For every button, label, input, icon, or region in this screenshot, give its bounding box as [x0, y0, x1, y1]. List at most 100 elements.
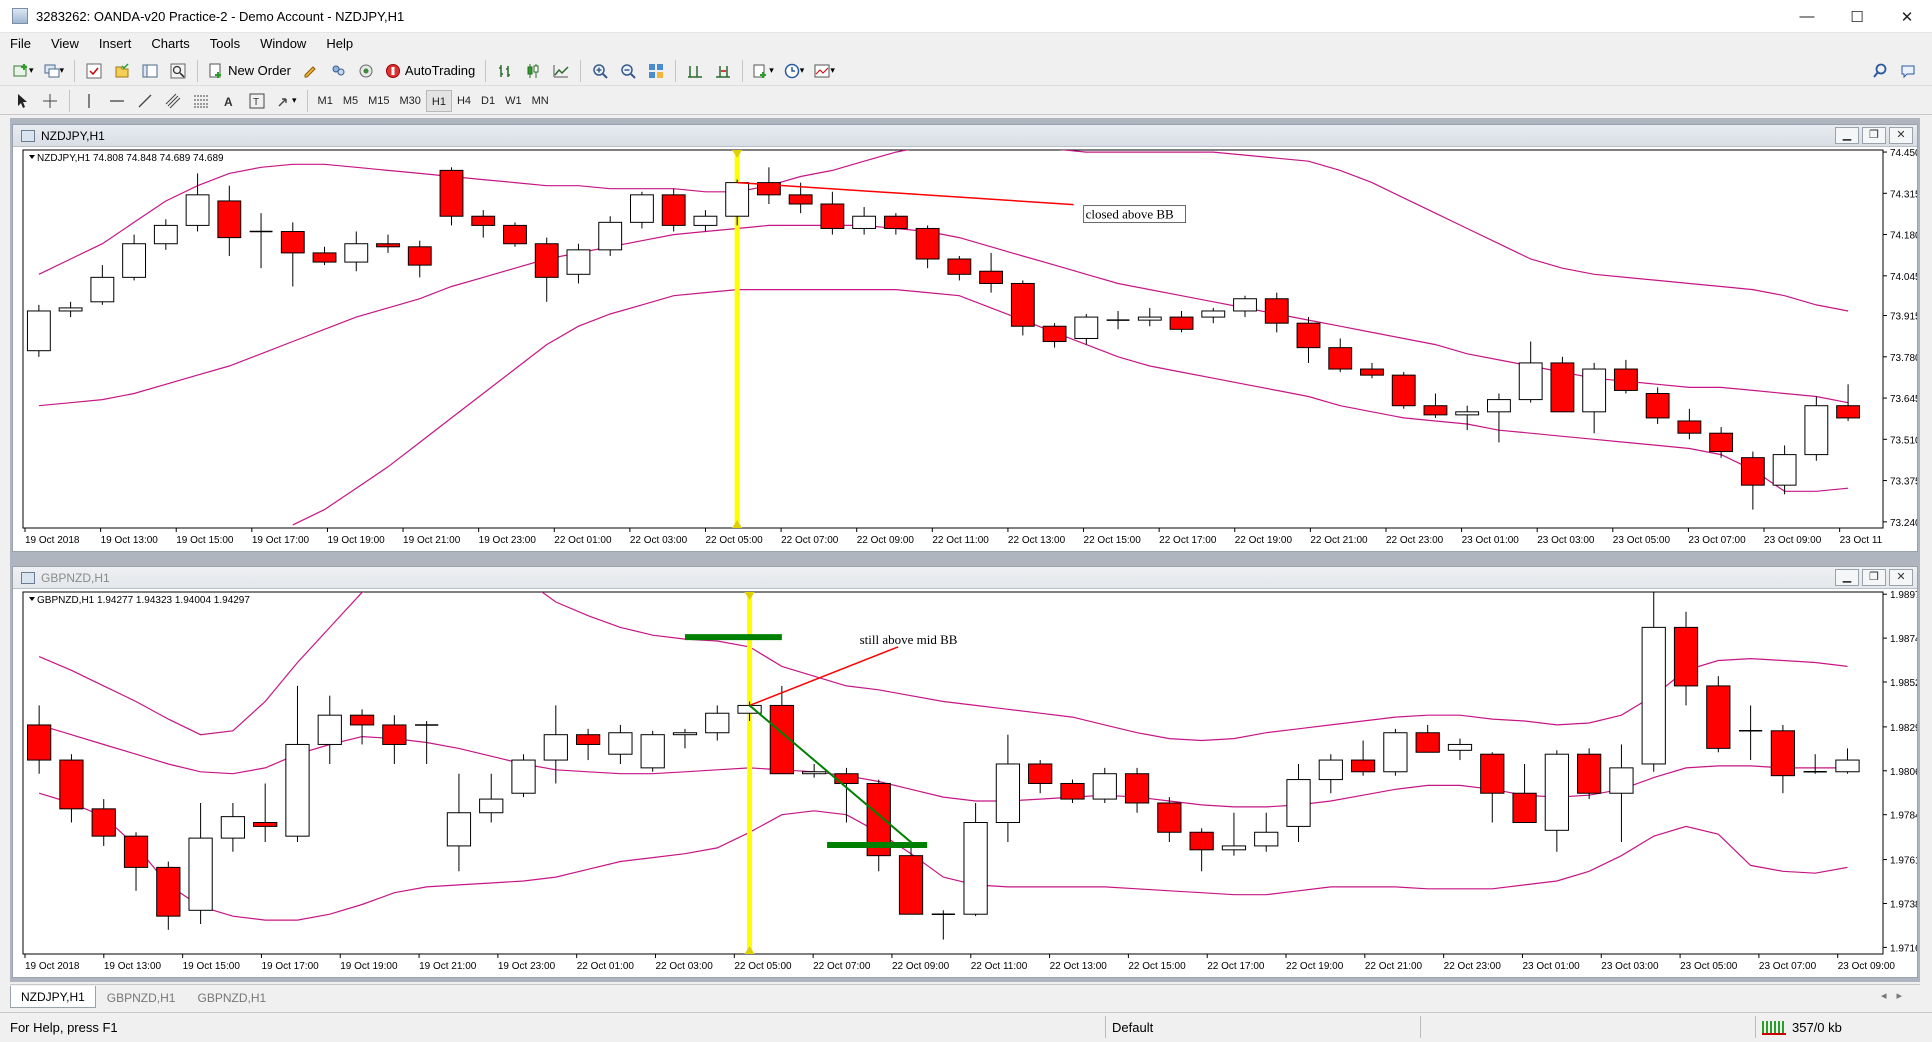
tile-windows-button[interactable]: [644, 59, 668, 83]
candle: [1286, 779, 1311, 827]
candle: [220, 816, 246, 839]
metaeditor-icon: [304, 65, 316, 77]
terminal-button[interactable]: [138, 59, 162, 83]
strategy-tester-button[interactable]: [166, 59, 190, 83]
maximize-button[interactable]: ☐: [1832, 0, 1882, 33]
crosshair-button[interactable]: [38, 89, 62, 113]
timeframe-m30[interactable]: M30: [395, 90, 426, 112]
cursor-button[interactable]: [10, 89, 34, 113]
line-chart-button[interactable]: [549, 59, 573, 83]
chat-button[interactable]: [1896, 59, 1920, 83]
horizontal-line-button[interactable]: [105, 89, 129, 113]
clock-icon: [784, 63, 800, 78]
metaeditor-button[interactable]: [298, 59, 322, 83]
navigator-button[interactable]: [110, 59, 134, 83]
chart-minimize-button[interactable]: ▁: [1835, 127, 1859, 144]
chart-restore-button[interactable]: ❐: [1862, 569, 1886, 586]
vertical-line-button[interactable]: [77, 89, 101, 113]
candle: [188, 837, 213, 911]
chart-shift-button[interactable]: [683, 59, 707, 83]
menu-charts[interactable]: Charts: [141, 33, 199, 55]
chart-restore-button[interactable]: ❐: [1862, 127, 1886, 144]
status-profile: Default: [1112, 1020, 1154, 1035]
x-tick-label: 23 Oct 11: [1840, 535, 1883, 546]
x-tick-label: 22 Oct 17:00: [1207, 961, 1265, 972]
equidistant-channel-button[interactable]: [161, 89, 185, 113]
profiles-button[interactable]: ▾: [41, 59, 68, 83]
y-tick-label: 1.97385: [1890, 899, 1917, 910]
candle: [382, 724, 407, 745]
menu-file[interactable]: File: [0, 33, 41, 55]
price-chart[interactable]: 74.450 74.315 74.180 74.045 73.915 73.780 73.6…: [13, 147, 1917, 551]
timeframe-h4[interactable]: H4: [452, 90, 476, 112]
x-tick-label: 19 Oct 21:00: [403, 535, 461, 546]
market-watch-button[interactable]: [82, 59, 106, 83]
chart-close-button[interactable]: ✕: [1889, 569, 1913, 586]
chart-window-gbpnzd[interactable]: GBPNZD,H1 ▁ ❐ ✕ 1.989701.987451.985201.9…: [12, 566, 1918, 978]
plot-frame: [22, 149, 1884, 529]
close-button[interactable]: ✕: [1882, 0, 1932, 33]
timeframe-m15[interactable]: M15: [363, 90, 394, 112]
chart-canvas[interactable]: 74.450 74.315 74.180 74.045 73.915 73.780 73.6…: [13, 147, 1917, 551]
timeframe-m5[interactable]: M5: [338, 90, 363, 112]
autotrading-button[interactable]: AutoTrading: [382, 59, 478, 83]
new-chart-button[interactable]: ▾: [10, 59, 37, 83]
timeframe-m1[interactable]: M1: [313, 90, 338, 112]
trendline-button[interactable]: [133, 89, 157, 113]
chart-window-nzdjpy[interactable]: NZDJPY,H1 ▁ ❐ ✕ 74.450 74.315 74.180 74.045…: [12, 124, 1918, 552]
templates-button[interactable]: ▾: [811, 59, 838, 83]
candle: [280, 231, 305, 254]
chart-canvas[interactable]: 1.98970 1.98745 1.98520 1.98290 1.98065 1.978…: [13, 589, 1917, 977]
chart-close-button[interactable]: ✕: [1889, 127, 1913, 144]
candle: [1645, 392, 1670, 419]
tab-nzdjpy-h1[interactable]: NZDJPY,H1: [10, 986, 96, 1008]
candle: [1673, 626, 1699, 687]
menu-tools[interactable]: Tools: [200, 33, 250, 55]
minimize-button[interactable]: —: [1782, 0, 1832, 33]
zoom-in-button[interactable]: [588, 59, 612, 83]
ohlc-info: GBPNZD,H1 1.94277 1.94323 1.94004 1.9429…: [37, 595, 250, 606]
text-button[interactable]: A: [217, 89, 241, 113]
bar-chart-button[interactable]: [493, 59, 517, 83]
candlestick-button[interactable]: [521, 59, 545, 83]
tab-gbpnzd-h1[interactable]: GBPNZD,H1: [96, 986, 187, 1008]
arrows-button[interactable]: ▾: [273, 89, 300, 113]
y-tick-label: 74.045: [1890, 272, 1917, 283]
ohlc-info: NZDJPY,H1 74.808 74.848 74.689 74.689: [37, 153, 224, 164]
new-order-button[interactable]: New Order: [205, 59, 294, 83]
candle: [1706, 685, 1731, 749]
auto-scroll-button[interactable]: [711, 59, 735, 83]
chart-minimize-button[interactable]: ▁: [1835, 569, 1859, 586]
timeframe-w1[interactable]: W1: [500, 90, 527, 112]
community-button[interactable]: [326, 59, 350, 83]
menu-window[interactable]: Window: [250, 33, 316, 55]
x-tick-label: 22 Oct 11:00: [971, 961, 1028, 972]
candle: [349, 714, 375, 726]
menu-help[interactable]: Help: [316, 33, 363, 55]
indicators-button[interactable]: ▾: [750, 59, 777, 83]
price-chart[interactable]: 1.98970 1.98745 1.98520 1.98290 1.98065 1.978…: [13, 589, 1917, 977]
menu-insert[interactable]: Insert: [89, 33, 142, 55]
timeframe-d1[interactable]: D1: [476, 90, 500, 112]
candle: [1010, 282, 1035, 327]
timeframe-mn[interactable]: MN: [527, 90, 554, 112]
menu-view[interactable]: View: [41, 33, 89, 55]
candle: [26, 310, 51, 352]
tab-scroll-arrows[interactable]: ◂▸: [1881, 989, 1912, 1002]
fibonacci-button[interactable]: [189, 89, 213, 113]
search-button[interactable]: [1868, 59, 1892, 83]
candle: [511, 759, 536, 794]
x-tick-label: 22 Oct 15:00: [1084, 535, 1142, 546]
signals-button[interactable]: [354, 59, 378, 83]
text-label-button[interactable]: T: [245, 89, 269, 113]
x-tick-label: 19 Oct 19:00: [327, 535, 385, 546]
candle: [285, 743, 310, 837]
periods-button[interactable]: ▾: [781, 59, 808, 83]
zoom-out-button[interactable]: [616, 59, 640, 83]
x-tick-label: 22 Oct 01:00: [577, 961, 635, 972]
x-tick-label: 23 Oct 07:00: [1759, 961, 1817, 972]
candle: [575, 734, 601, 745]
timeframe-h1[interactable]: H1: [425, 89, 452, 112]
tab-gbpnzd-h1-2[interactable]: GBPNZD,H1: [186, 986, 277, 1008]
candle: [1350, 759, 1376, 773]
